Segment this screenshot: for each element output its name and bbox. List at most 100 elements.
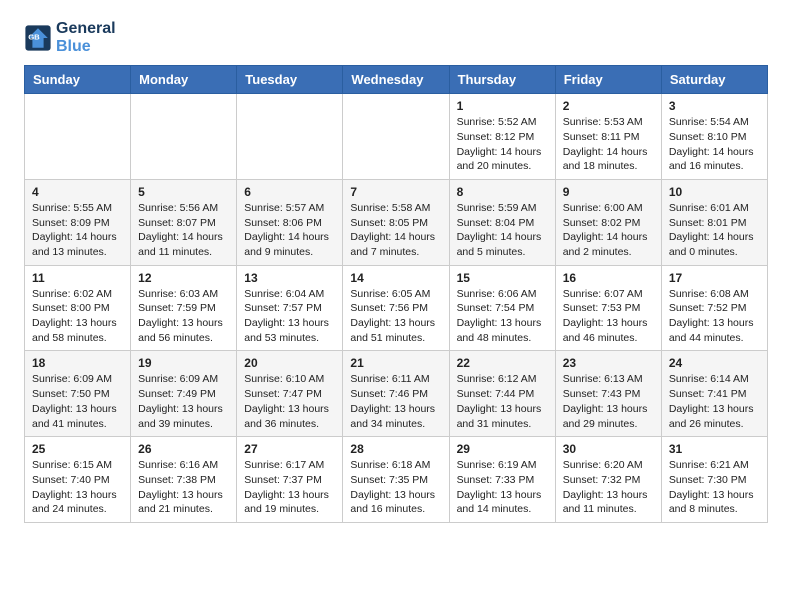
day-info: Sunrise: 5:55 AMSunset: 8:09 PMDaylight:… bbox=[32, 201, 123, 260]
day-info: Sunrise: 5:56 AMSunset: 8:07 PMDaylight:… bbox=[138, 201, 229, 260]
weekday-header-monday: Monday bbox=[131, 66, 237, 94]
calendar-cell: 27 Sunrise: 6:17 AMSunset: 7:37 PMDayligh… bbox=[237, 437, 343, 523]
calendar-cell bbox=[25, 94, 131, 180]
day-number: 16 bbox=[563, 271, 654, 285]
day-number: 4 bbox=[32, 185, 123, 199]
day-info: Sunrise: 6:06 AMSunset: 7:54 PMDaylight:… bbox=[457, 287, 548, 346]
day-info: Sunrise: 6:14 AMSunset: 7:41 PMDaylight:… bbox=[669, 372, 760, 431]
day-info: Sunrise: 6:00 AMSunset: 8:02 PMDaylight:… bbox=[563, 201, 654, 260]
day-number: 12 bbox=[138, 271, 229, 285]
day-info: Sunrise: 6:03 AMSunset: 7:59 PMDaylight:… bbox=[138, 287, 229, 346]
day-info: Sunrise: 6:10 AMSunset: 7:47 PMDaylight:… bbox=[244, 372, 335, 431]
day-number: 19 bbox=[138, 356, 229, 370]
day-number: 3 bbox=[669, 99, 760, 113]
day-number: 15 bbox=[457, 271, 548, 285]
weekday-header-row: SundayMondayTuesdayWednesdayThursdayFrid… bbox=[25, 66, 768, 94]
day-info: Sunrise: 6:09 AMSunset: 7:50 PMDaylight:… bbox=[32, 372, 123, 431]
day-number: 25 bbox=[32, 442, 123, 456]
day-info: Sunrise: 6:21 AMSunset: 7:30 PMDaylight:… bbox=[669, 458, 760, 517]
day-number: 10 bbox=[669, 185, 760, 199]
day-info: Sunrise: 5:59 AMSunset: 8:04 PMDaylight:… bbox=[457, 201, 548, 260]
calendar-cell: 4 Sunrise: 5:55 AMSunset: 8:09 PMDaylight… bbox=[25, 179, 131, 265]
weekday-header-tuesday: Tuesday bbox=[237, 66, 343, 94]
calendar-cell: 24Sunrise: 6:14 AMSunset: 7:41 PMDayligh… bbox=[661, 351, 767, 437]
calendar-cell: 2 Sunrise: 5:53 AMSunset: 8:11 PMDaylight… bbox=[555, 94, 661, 180]
calendar-cell: 19 Sunrise: 6:09 AMSunset: 7:49 PMDayligh… bbox=[131, 351, 237, 437]
calendar-week-row: 1 Sunrise: 5:52 AMSunset: 8:12 PMDaylight… bbox=[25, 94, 768, 180]
day-info: Sunrise: 6:12 AMSunset: 7:44 PMDaylight:… bbox=[457, 372, 548, 431]
day-info: Sunrise: 6:20 AMSunset: 7:32 PMDaylight:… bbox=[563, 458, 654, 517]
weekday-header-saturday: Saturday bbox=[661, 66, 767, 94]
day-info: Sunrise: 6:01 AMSunset: 8:01 PMDaylight:… bbox=[669, 201, 760, 260]
day-info: Sunrise: 5:57 AMSunset: 8:06 PMDaylight:… bbox=[244, 201, 335, 260]
day-number: 18 bbox=[32, 356, 123, 370]
calendar-week-row: 25 Sunrise: 6:15 AMSunset: 7:40 PMDayligh… bbox=[25, 437, 768, 523]
day-number: 14 bbox=[350, 271, 441, 285]
day-number: 22 bbox=[457, 356, 548, 370]
day-info: Sunrise: 5:52 AMSunset: 8:12 PMDaylight:… bbox=[457, 115, 548, 174]
calendar-cell: 21 Sunrise: 6:11 AMSunset: 7:46 PMDayligh… bbox=[343, 351, 449, 437]
logo-icon: GB bbox=[24, 24, 52, 52]
calendar-cell: 12 Sunrise: 6:03 AMSunset: 7:59 PMDayligh… bbox=[131, 265, 237, 351]
day-number: 2 bbox=[563, 99, 654, 113]
calendar-cell: 14 Sunrise: 6:05 AMSunset: 7:56 PMDayligh… bbox=[343, 265, 449, 351]
calendar-cell: 15 Sunrise: 6:06 AMSunset: 7:54 PMDayligh… bbox=[449, 265, 555, 351]
day-info: Sunrise: 6:19 AMSunset: 7:33 PMDaylight:… bbox=[457, 458, 548, 517]
calendar-cell: 31 Sunrise: 6:21 AMSunset: 7:30 PMDayligh… bbox=[661, 437, 767, 523]
day-info: Sunrise: 6:11 AMSunset: 7:46 PMDaylight:… bbox=[350, 372, 441, 431]
logo-area: GB General Blue bbox=[24, 20, 116, 55]
calendar-cell: 20 Sunrise: 6:10 AMSunset: 7:47 PMDayligh… bbox=[237, 351, 343, 437]
day-info: Sunrise: 6:09 AMSunset: 7:49 PMDaylight:… bbox=[138, 372, 229, 431]
logo-text-line1: General bbox=[56, 20, 116, 38]
calendar-cell bbox=[343, 94, 449, 180]
day-info: Sunrise: 6:13 AMSunset: 7:43 PMDaylight:… bbox=[563, 372, 654, 431]
calendar-cell: 26 Sunrise: 6:16 AMSunset: 7:38 PMDayligh… bbox=[131, 437, 237, 523]
day-number: 1 bbox=[457, 99, 548, 113]
weekday-header-friday: Friday bbox=[555, 66, 661, 94]
calendar-cell: 30 Sunrise: 6:20 AMSunset: 7:32 PMDayligh… bbox=[555, 437, 661, 523]
calendar-cell: 7Sunrise: 5:58 AMSunset: 8:05 PMDaylight… bbox=[343, 179, 449, 265]
day-number: 21 bbox=[350, 356, 441, 370]
calendar-cell: 3Sunrise: 5:54 AMSunset: 8:10 PMDaylight… bbox=[661, 94, 767, 180]
calendar-cell: 6 Sunrise: 5:57 AMSunset: 8:06 PMDaylight… bbox=[237, 179, 343, 265]
day-info: Sunrise: 5:53 AMSunset: 8:11 PMDaylight:… bbox=[563, 115, 654, 174]
day-number: 26 bbox=[138, 442, 229, 456]
day-number: 30 bbox=[563, 442, 654, 456]
calendar-cell: 28 Sunrise: 6:18 AMSunset: 7:35 PMDayligh… bbox=[343, 437, 449, 523]
calendar-cell: 23Sunrise: 6:13 AMSunset: 7:43 PMDayligh… bbox=[555, 351, 661, 437]
day-number: 9 bbox=[563, 185, 654, 199]
day-info: Sunrise: 6:16 AMSunset: 7:38 PMDaylight:… bbox=[138, 458, 229, 517]
day-info: Sunrise: 6:05 AMSunset: 7:56 PMDaylight:… bbox=[350, 287, 441, 346]
day-number: 11 bbox=[32, 271, 123, 285]
day-info: Sunrise: 6:15 AMSunset: 7:40 PMDaylight:… bbox=[32, 458, 123, 517]
logo-text-line2: Blue bbox=[56, 38, 116, 56]
day-number: 8 bbox=[457, 185, 548, 199]
day-info: Sunrise: 6:02 AMSunset: 8:00 PMDaylight:… bbox=[32, 287, 123, 346]
calendar-cell: 10 Sunrise: 6:01 AMSunset: 8:01 PMDayligh… bbox=[661, 179, 767, 265]
page-header: GB General Blue bbox=[24, 20, 768, 55]
calendar-cell: 5Sunrise: 5:56 AMSunset: 8:07 PMDaylight… bbox=[131, 179, 237, 265]
calendar-cell: 13Sunrise: 6:04 AMSunset: 7:57 PMDayligh… bbox=[237, 265, 343, 351]
svg-text:GB: GB bbox=[28, 32, 40, 41]
day-number: 27 bbox=[244, 442, 335, 456]
day-info: Sunrise: 6:07 AMSunset: 7:53 PMDaylight:… bbox=[563, 287, 654, 346]
weekday-header-wednesday: Wednesday bbox=[343, 66, 449, 94]
day-number: 7 bbox=[350, 185, 441, 199]
day-number: 20 bbox=[244, 356, 335, 370]
day-number: 17 bbox=[669, 271, 760, 285]
calendar-cell: 8 Sunrise: 5:59 AMSunset: 8:04 PMDaylight… bbox=[449, 179, 555, 265]
calendar-cell: 25 Sunrise: 6:15 AMSunset: 7:40 PMDayligh… bbox=[25, 437, 131, 523]
calendar-cell bbox=[131, 94, 237, 180]
calendar-cell: 17Sunrise: 6:08 AMSunset: 7:52 PMDayligh… bbox=[661, 265, 767, 351]
day-number: 6 bbox=[244, 185, 335, 199]
day-info: Sunrise: 6:17 AMSunset: 7:37 PMDaylight:… bbox=[244, 458, 335, 517]
calendar-week-row: 18 Sunrise: 6:09 AMSunset: 7:50 PMDayligh… bbox=[25, 351, 768, 437]
weekday-header-sunday: Sunday bbox=[25, 66, 131, 94]
calendar-cell: 16 Sunrise: 6:07 AMSunset: 7:53 PMDayligh… bbox=[555, 265, 661, 351]
day-number: 31 bbox=[669, 442, 760, 456]
calendar-cell: 1 Sunrise: 5:52 AMSunset: 8:12 PMDaylight… bbox=[449, 94, 555, 180]
day-info: Sunrise: 6:18 AMSunset: 7:35 PMDaylight:… bbox=[350, 458, 441, 517]
calendar-cell bbox=[237, 94, 343, 180]
day-number: 28 bbox=[350, 442, 441, 456]
day-number: 13 bbox=[244, 271, 335, 285]
